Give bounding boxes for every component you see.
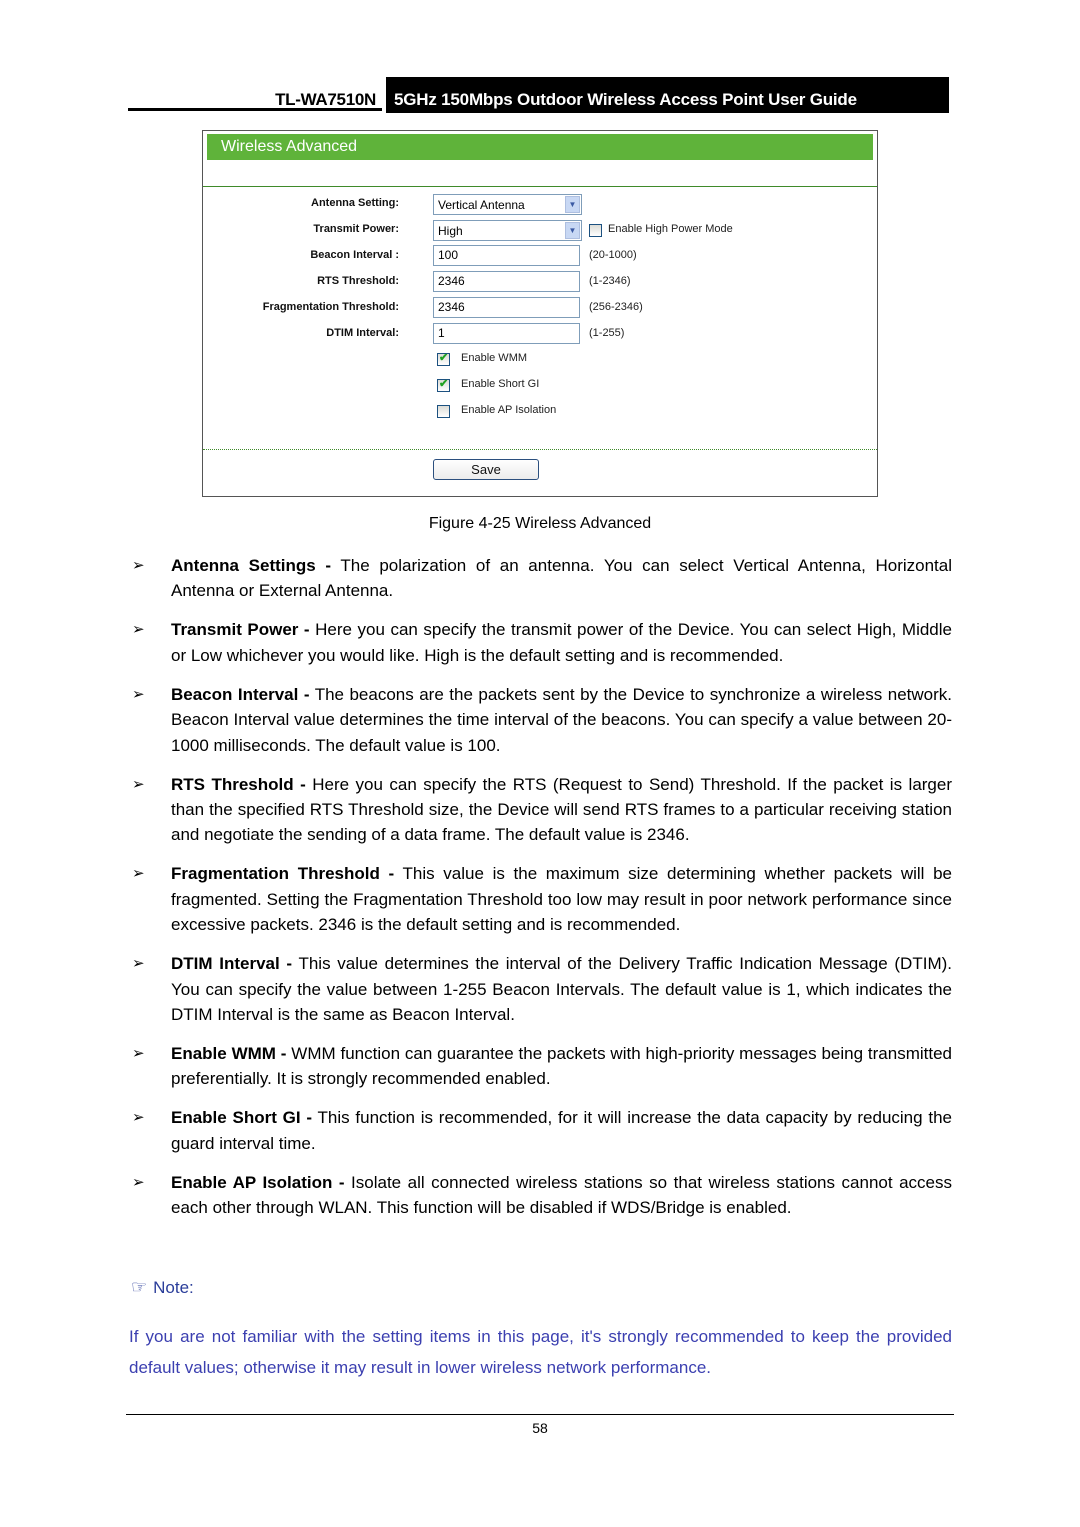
item-term: Enable WMM - <box>171 1044 287 1064</box>
list-item: ➢ DTIM Interval - This value determines t… <box>129 951 952 1027</box>
transmit-power-select[interactable]: High ▼ <box>433 220 582 241</box>
list-item: ➢ RTS Threshold - Here you can specify th… <box>129 772 952 848</box>
arrow-bullet-icon: ➢ <box>132 955 145 973</box>
checkmark-icon: ✔ <box>439 378 449 390</box>
item-text: WMM function can guarantee the packets w… <box>171 1044 952 1089</box>
settings-description-list: ➢ Antenna Settings - The polarization of … <box>129 553 952 1234</box>
arrow-bullet-icon: ➢ <box>132 557 145 574</box>
panel-divider <box>203 449 877 450</box>
arrow-bullet-icon: ➢ <box>132 1173 145 1191</box>
transmit-power-label: Transmit Power: <box>313 223 399 235</box>
header-title: 5GHz 150Mbps Outdoor Wireless Access Poi… <box>386 77 949 113</box>
arrow-bullet-icon: ➢ <box>132 775 145 793</box>
arrow-bullet-icon: ➢ <box>132 1045 145 1063</box>
beacon-interval-hint: (20-1000) <box>589 249 637 261</box>
fragmentation-threshold-input[interactable]: 2346 <box>433 297 580 318</box>
enable-wmm-label: Enable WMM <box>461 352 528 364</box>
transmit-power-value: High <box>438 224 463 238</box>
dtim-interval-label: DTIM Interval: <box>326 327 399 339</box>
enable-ap-isolation-checkbox[interactable] <box>437 405 450 418</box>
arrow-bullet-icon: ➢ <box>132 1109 145 1127</box>
note-heading: ☞ Note: <box>131 1277 194 1298</box>
item-term: Transmit Power - <box>171 620 310 640</box>
high-power-mode-label: Enable High Power Mode <box>608 223 733 235</box>
enable-ap-isolation-label: Enable AP Isolation <box>461 404 557 416</box>
list-item: ➢ Fragmentation Threshold - This value is… <box>129 861 952 937</box>
enable-short-gi-label: Enable Short GI <box>461 378 540 390</box>
fragmentation-threshold-label: Fragmentation Threshold: <box>262 301 399 313</box>
figure-caption: Figure 4-25 Wireless Advanced <box>428 515 652 532</box>
arrow-bullet-icon: ➢ <box>132 685 145 703</box>
chevron-down-icon[interactable]: ▼ <box>565 222 580 239</box>
list-item: ➢ Enable Short GI - This function is reco… <box>129 1105 952 1156</box>
antenna-setting-value: Vertical Antenna <box>438 198 525 212</box>
list-item: ➢ Enable WMM - WMM function can guarantee… <box>129 1041 952 1092</box>
chevron-down-icon[interactable]: ▼ <box>565 196 580 213</box>
page-number: 58 <box>532 1420 548 1436</box>
dtim-interval-hint: (1-255) <box>589 327 625 339</box>
list-item: ➢ Enable AP Isolation - Isolate all conne… <box>129 1170 952 1221</box>
antenna-setting-select[interactable]: Vertical Antenna ▼ <box>433 194 582 215</box>
rts-threshold-input[interactable]: 2346 <box>433 271 580 292</box>
item-term: Enable AP Isolation - <box>171 1172 345 1192</box>
item-term: Fragmentation Threshold - <box>171 864 395 884</box>
checkmark-icon: ✔ <box>439 352 449 364</box>
save-button[interactable]: Save <box>433 459 539 480</box>
footer-divider <box>126 1414 954 1415</box>
item-term: Antenna Settings - <box>171 556 332 575</box>
list-item: ➢ Antenna Settings - The polarization of … <box>129 553 952 604</box>
item-term: DTIM Interval - <box>171 954 293 974</box>
rts-threshold-label: RTS Threshold: <box>317 275 399 287</box>
fragmentation-threshold-hint: (256-2346) <box>589 301 643 313</box>
list-item: ➢ Transmit Power - Here you can specify t… <box>129 617 952 668</box>
high-power-mode-checkbox[interactable] <box>589 224 602 237</box>
item-term: Beacon Interval - <box>171 684 310 704</box>
panel-divider <box>203 186 877 187</box>
antenna-setting-label: Antenna Setting: <box>311 197 399 209</box>
panel-title: Wireless Advanced <box>207 134 873 160</box>
dtim-interval-input[interactable]: 1 <box>433 323 580 344</box>
page-header: TL-WA7510N 5GHz 150Mbps Outdoor Wireless… <box>128 77 949 113</box>
rts-threshold-hint: (1-2346) <box>589 275 631 287</box>
note-label: Note: <box>153 1278 194 1297</box>
note-text: If you are not familiar with the setting… <box>129 1327 952 1377</box>
beacon-interval-input[interactable]: 100 <box>433 245 580 266</box>
item-term: RTS Threshold - <box>171 774 306 794</box>
arrow-bullet-icon: ➢ <box>132 621 145 639</box>
enable-short-gi-checkbox[interactable]: ✔ <box>437 378 450 392</box>
item-term: Enable Short GI - <box>171 1108 313 1128</box>
pointing-hand-icon: ☞ <box>131 1277 148 1297</box>
arrow-bullet-icon: ➢ <box>132 865 145 883</box>
beacon-interval-label: Beacon Interval : <box>310 249 399 261</box>
enable-wmm-checkbox[interactable]: ✔ <box>437 352 450 366</box>
header-model: TL-WA7510N <box>128 77 382 111</box>
wireless-advanced-panel: Wireless Advanced Antenna Setting: Verti… <box>202 130 878 497</box>
list-item: ➢ Beacon Interval - The beacons are the p… <box>129 682 952 758</box>
